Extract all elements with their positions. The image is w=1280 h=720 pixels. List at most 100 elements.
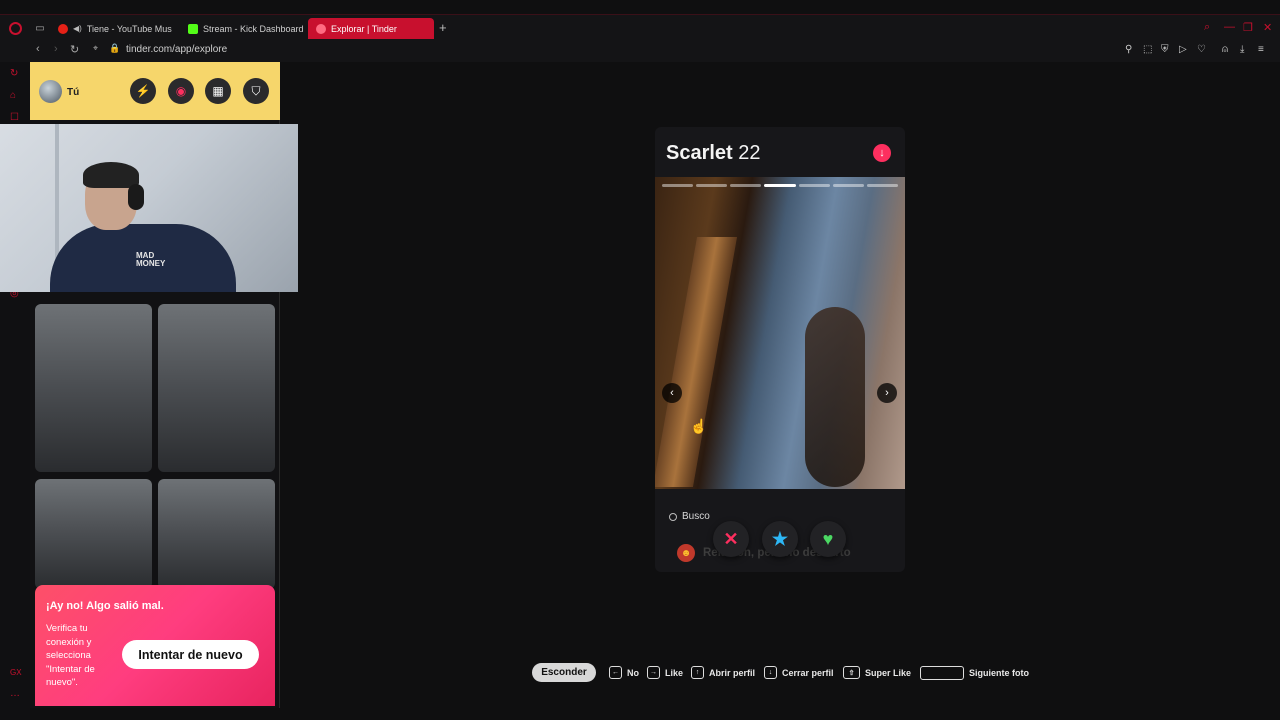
shortcut-label: Cerrar perfil (782, 667, 834, 678)
photo-indicator[interactable] (832, 184, 864, 187)
error-message: Verifica tu conexión y selecciona "Inten… (46, 623, 95, 688)
shortcut-label: Super Like (865, 667, 912, 678)
download-icon[interactable]: ⤓ (1240, 44, 1244, 55)
shortcut-like: → Like (647, 666, 683, 679)
heart-eyes-emoji-icon: ☻ (677, 544, 695, 562)
kick-icon (188, 23, 198, 34)
down-arrow-key-icon: ↓ (764, 666, 777, 679)
photo-detail (655, 237, 738, 487)
snapshot-icon[interactable]: ⬚ (1143, 44, 1152, 55)
profile-card: Scarlet 22 ↓ ‹ › ☝ Busco ☻ Relación, per… (655, 127, 905, 572)
next-photo-icon[interactable]: › (877, 383, 897, 403)
retry-button[interactable]: Intentar de nuevo (122, 640, 259, 669)
reload-icon[interactable]: ↻ (70, 43, 79, 56)
hide-shortcuts-button[interactable]: Esconder (532, 663, 596, 682)
tab-youtube-music[interactable]: ◀) Tiene - YouTube Music (50, 18, 172, 39)
lock-icon[interactable]: 🔒 (109, 43, 120, 54)
more-icon[interactable]: … (10, 688, 20, 699)
account-icon[interactable]: ⍝ (1222, 44, 1228, 55)
url-field[interactable]: tinder.com/app/explore (126, 44, 227, 55)
search-tabs-icon[interactable]: ⌕ (1204, 21, 1210, 34)
headset-icon (128, 184, 144, 210)
shortcut-nope: ← No (609, 666, 639, 679)
tab-kick-dashboard[interactable]: Stream - Kick Dashboard (180, 18, 305, 39)
tab-label: Explorar | Tinder (331, 23, 397, 34)
shortcut-label: Siguiente foto (969, 668, 1029, 678)
shortcut-label: Like (665, 667, 684, 678)
photo-indicator[interactable] (662, 184, 694, 187)
profile-photo[interactable]: ‹ › ☝ (655, 177, 905, 489)
browser-tab-bar: ▭ ◀) Tiene - YouTube Music Stream - Kick… (0, 14, 1280, 40)
profile-age: 22 (738, 142, 761, 164)
shortcut-next-photo: Siguiente foto (920, 666, 1029, 680)
shortcut-close-profile: ↓ Cerrar perfil (764, 666, 834, 679)
briefcase-icon[interactable]: ▦ (205, 78, 231, 104)
profile-name-age[interactable]: Scarlet 22 (666, 142, 761, 165)
open-profile-icon[interactable]: ↓ (873, 144, 891, 162)
match-card[interactable] (158, 479, 275, 589)
photo-indicator[interactable] (798, 184, 830, 187)
photo-indicator[interactable] (764, 184, 796, 187)
workspaces-icon[interactable]: ▭ (33, 21, 47, 35)
whatsapp-icon[interactable]: ☐ (10, 112, 19, 123)
streamer-hair (83, 162, 139, 188)
up-arrow-key-icon: ↑ (691, 666, 704, 679)
shortcut-super-like: ⇧ Super Like (843, 666, 911, 679)
match-card[interactable] (35, 479, 152, 589)
heart-icon[interactable]: ♡ (1197, 44, 1206, 55)
previous-photo-icon[interactable]: ‹ (662, 383, 682, 403)
spacebar-key-icon (920, 666, 964, 680)
safety-shield-icon[interactable]: ⛉ (243, 78, 269, 104)
match-card[interactable] (35, 304, 152, 472)
gx-icon[interactable]: GX (10, 668, 22, 677)
left-arrow-key-icon: ← (609, 666, 622, 679)
forward-icon[interactable]: › (54, 43, 58, 55)
tab-tinder-explore[interactable]: Explorar | Tinder (308, 18, 434, 39)
speaker-icon: ◀) (73, 24, 82, 33)
hoodie-logo: MAD MONEY (136, 251, 166, 268)
hand-cursor-icon: ☝ (690, 418, 708, 434)
photo-indicator[interactable] (866, 184, 898, 187)
youtube-music-icon (58, 23, 68, 34)
location-pin-icon[interactable]: ⌖ (93, 43, 98, 54)
nope-button[interactable]: ✕ (713, 521, 749, 557)
looking-for-label-text: Busco (682, 511, 710, 522)
shield-icon[interactable]: ⛨ (1161, 44, 1169, 55)
minimize-icon[interactable]: — (1224, 21, 1235, 33)
error-title: ¡Ay no! Algo salió mal. (46, 600, 164, 612)
refresh-sidebar-icon[interactable]: ↻ (10, 68, 18, 79)
error-toast: ¡Ay no! Algo salió mal. Verifica tu cone… (35, 585, 275, 706)
user-header: Tú ⚡ ◉ ▦ ⛉ (30, 62, 280, 120)
photo-progress (662, 184, 898, 187)
explore-icon[interactable]: ◉ (168, 78, 194, 104)
shortcut-label: Abrir perfil (709, 667, 756, 678)
player-icon[interactable]: ▷ (1179, 44, 1187, 55)
restore-icon[interactable]: ❐ (1243, 21, 1253, 34)
enter-key-icon: ⇧ (843, 666, 860, 679)
like-button[interactable]: ♥ (810, 521, 846, 557)
profile-name: Scarlet (666, 142, 733, 164)
tab-label: Stream - Kick Dashboard (203, 23, 304, 34)
looking-for-label: Busco (669, 511, 710, 522)
photo-detail (805, 307, 865, 487)
right-arrow-key-icon: → (647, 666, 660, 679)
new-tab-plus-icon[interactable]: + (439, 20, 447, 35)
photo-indicator[interactable] (696, 184, 728, 187)
avatar[interactable] (39, 80, 62, 103)
user-name[interactable]: Tú (67, 87, 79, 98)
webcam-overlay: MAD MONEY (0, 124, 298, 292)
close-window-icon[interactable]: ✕ (1263, 21, 1272, 34)
search-icon (669, 512, 677, 521)
messenger-icon[interactable]: ⌂ (10, 90, 16, 101)
match-card[interactable] (158, 304, 275, 472)
photo-indicator[interactable] (730, 184, 762, 187)
opera-logo-icon[interactable] (9, 22, 22, 35)
pin-icon[interactable]: ⚲ (1125, 44, 1132, 55)
address-bar: ‹ › ↻ ⌖ 🔒 tinder.com/app/explore ⚲ ⬚ ⛨ ▷… (0, 40, 1280, 62)
super-like-button[interactable]: ★ (762, 521, 798, 557)
back-icon[interactable]: ‹ (36, 43, 40, 55)
shortcut-open-profile: ↑ Abrir perfil (691, 666, 755, 679)
boost-icon[interactable]: ⚡ (130, 78, 156, 104)
tab-label: Tiene - YouTube Music (86, 23, 172, 34)
menu-icon[interactable]: ≡ (1258, 44, 1264, 55)
